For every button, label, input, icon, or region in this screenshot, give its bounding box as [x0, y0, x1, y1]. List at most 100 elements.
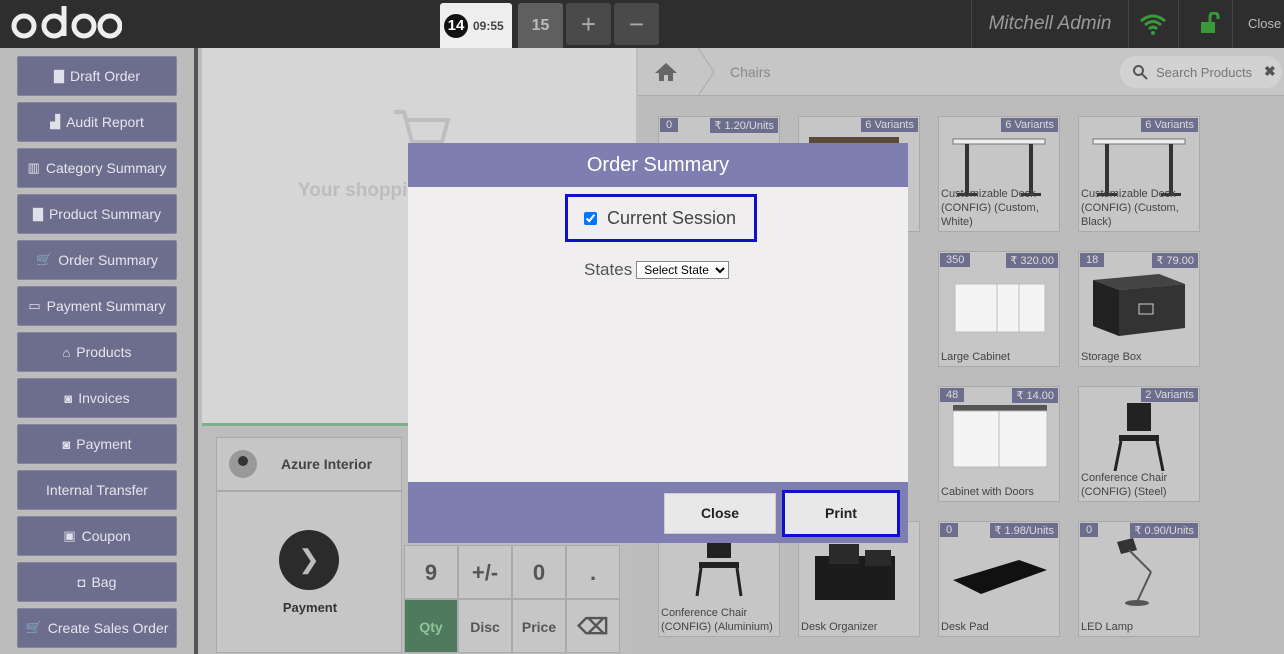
sidebar-item-label: Payment Summary	[46, 298, 166, 314]
numpad-mode-disc[interactable]: Disc	[458, 599, 512, 653]
product-name: Customizable Desk (CONFIG) (Custom, Blac…	[1081, 188, 1179, 228]
customer-button[interactable]: Azure Interior	[216, 437, 402, 491]
numpad-key-dot[interactable]: .	[566, 545, 620, 599]
payment-label: Payment	[282, 600, 338, 615]
product-card[interactable]: 0 ₹ 0.90/Units LED Lamp	[1078, 521, 1200, 637]
numpad-mode-qty[interactable]: Qty	[404, 599, 458, 653]
chevron-right-icon: ❯	[279, 530, 339, 590]
sidebar-item-label: Coupon	[81, 528, 131, 544]
remove-order-button[interactable]: −	[614, 3, 659, 45]
product-card[interactable]: 6 Variants Customizable Desk (CONFIG) (C…	[1078, 116, 1200, 232]
divider	[1232, 0, 1233, 48]
cart-icon: 🛒	[25, 620, 42, 635]
close-pos-button[interactable]: Close	[1248, 0, 1281, 48]
numpad-key-9[interactable]: 9	[404, 545, 458, 599]
product-image	[1113, 403, 1165, 471]
product-price-badge: 6 Variants	[1001, 118, 1058, 132]
sidebar-item-label: Create Sales Order	[47, 620, 169, 636]
sidebar-item-category-summary[interactable]: ▥ Category Summary	[17, 148, 177, 188]
product-card[interactable]: 2 Variants Conference Chair (CONFIG) (St…	[1078, 386, 1200, 502]
order-time: 09:55	[473, 19, 504, 33]
search-input[interactable]	[1156, 62, 1260, 82]
sidebar: ▇ Draft Order ▟ Audit Report ▥ Category Sum…	[0, 48, 194, 654]
credit-card-icon: ▭	[28, 298, 41, 313]
backspace-icon[interactable]: ⌫	[566, 599, 620, 653]
user-name[interactable]: Mitchell Admin	[972, 0, 1128, 48]
product-card[interactable]: 0 ₹ 1.98/Units Desk Pad	[938, 521, 1060, 637]
product-card[interactable]: 18 ₹ 79.00 Storage Box	[1078, 251, 1200, 367]
money-icon: ◙	[62, 436, 71, 452]
add-order-button[interactable]: +	[566, 3, 611, 45]
state-select[interactable]: Select State	[636, 261, 730, 279]
sidebar-item-label: Products	[76, 344, 132, 360]
money-icon: ◙	[64, 390, 73, 406]
sidebar-item-payment[interactable]: ◙ Payment	[17, 424, 177, 464]
product-qty-badge: 0	[660, 118, 679, 132]
home-icon[interactable]	[654, 62, 678, 82]
sidebar-item-payment-summary[interactable]: ▭ Payment Summary	[17, 286, 177, 326]
dialog-body: Current Session States Select State	[408, 187, 908, 482]
search-box: ✖	[1120, 56, 1282, 88]
dialog-footer: Close Print	[408, 482, 908, 543]
product-image	[952, 405, 1048, 468]
wifi-icon	[1140, 14, 1166, 35]
product-qty-badge: 0	[1080, 523, 1099, 537]
product-price-badge: ₹ 1.98/Units	[990, 523, 1058, 538]
sidebar-item-coupon[interactable]: ▣ Coupon	[17, 516, 177, 556]
sidebar-item-label: Payment	[76, 436, 132, 452]
payment-button[interactable]: ❯ Payment	[216, 491, 402, 653]
product-card[interactable]: 48 ₹ 14.00 Cabinet with Doors	[938, 386, 1060, 502]
product-image	[954, 283, 1046, 333]
divider	[1128, 0, 1129, 48]
order-tab[interactable]: 15	[518, 3, 563, 48]
product-qty-badge: 350	[940, 253, 971, 267]
clear-search-icon[interactable]: ✖	[1264, 63, 1276, 80]
divider	[1178, 0, 1179, 48]
product-card[interactable]: 350 ₹ 320.00 Large Cabinet	[938, 251, 1060, 367]
close-button[interactable]: Close	[664, 493, 776, 534]
numpad-mode-price[interactable]: Price	[512, 599, 566, 653]
sidebar-item-label: Order Summary	[58, 252, 158, 268]
order-tab-active[interactable]: 14 09:55	[440, 3, 512, 48]
breadcrumb-separator	[697, 48, 715, 96]
sidebar-item-bag[interactable]: ◘ Bag	[17, 562, 177, 602]
book-icon: ▇	[32, 206, 43, 221]
product-image	[695, 536, 743, 597]
sidebar-item-label: Audit Report	[66, 114, 144, 130]
current-session-option[interactable]: Current Session	[565, 194, 757, 242]
numpad-key-0[interactable]: 0	[512, 545, 566, 599]
sidebar-item-order-summary[interactable]: 🛒 Order Summary	[17, 240, 177, 280]
product-name: Desk Organizer	[801, 621, 878, 633]
product-price-badge: ₹ 1.20/Units	[710, 118, 778, 133]
breadcrumb-category[interactable]: Chairs	[730, 64, 770, 80]
current-session-checkbox[interactable]	[584, 211, 597, 225]
sidebar-item-draft-order[interactable]: ▇ Draft Order	[17, 56, 177, 96]
product-price-badge: 6 Variants	[861, 118, 918, 132]
customer-name: Azure Interior	[281, 456, 373, 472]
sidebar-item-create-sales-order[interactable]: 🛒 Create Sales Order	[17, 608, 177, 648]
product-name: Customizable Desk (CONFIG) (Custom, Whit…	[941, 188, 1039, 228]
product-name: LED Lamp	[1081, 621, 1133, 633]
sidebar-item-internal-transfer[interactable]: Internal Transfer	[17, 470, 177, 510]
sidebar-item-product-summary[interactable]: ▇ Product Summary	[17, 194, 177, 234]
sidebar-item-label: Internal Transfer	[46, 482, 148, 498]
sidebar-item-products[interactable]: ⌂ Products	[17, 332, 177, 372]
user-icon	[229, 450, 257, 478]
sidebar-item-invoices[interactable]: ◙ Invoices	[17, 378, 177, 418]
product-card[interactable]: 6 Variants Customizable Desk (CONFIG) (C…	[938, 116, 1060, 232]
unlock-icon[interactable]	[1198, 12, 1220, 34]
numpad-key-plus-minus[interactable]: +/-	[458, 545, 512, 599]
shopping-bag-icon: ◘	[77, 574, 86, 590]
bar-chart-icon: ▟	[50, 114, 61, 129]
product-qty-badge: 0	[940, 523, 959, 537]
sidebar-item-label: Bag	[91, 574, 117, 590]
print-button[interactable]: Print	[782, 490, 900, 537]
product-name: Large Cabinet	[941, 351, 1011, 363]
odoo-logo	[11, 6, 122, 39]
product-image	[953, 560, 1047, 594]
product-qty-badge: 18	[1080, 253, 1105, 267]
sidebar-item-audit-report[interactable]: ▟ Audit Report	[17, 102, 177, 142]
product-qty-badge: 48	[940, 388, 965, 402]
breadcrumb: Chairs ✖	[638, 48, 1284, 96]
product-name: Conference Chair (CONFIG) (Aluminium)	[661, 607, 773, 633]
